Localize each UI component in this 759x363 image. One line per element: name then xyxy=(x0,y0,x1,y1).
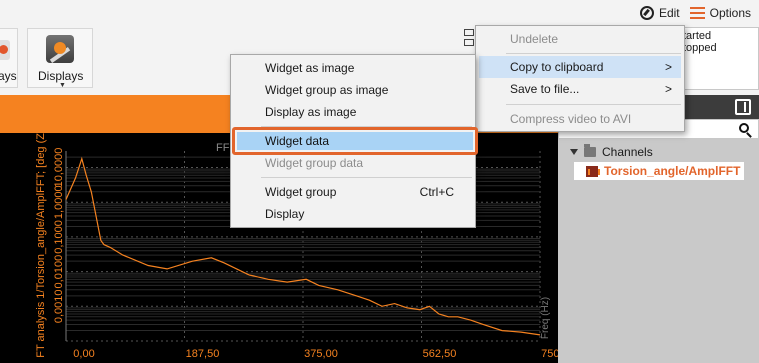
x-tick-label: 562,50 xyxy=(423,348,457,360)
y-tick-label: 0,0010 xyxy=(53,289,65,323)
submenu-arrow-icon: > xyxy=(664,82,672,96)
menu-item-label: Copy to clipboard xyxy=(510,60,604,74)
displays-partial-icon xyxy=(0,40,10,60)
menu-item-label: Widget group data xyxy=(265,156,364,170)
y-tick-label: 0,0100 xyxy=(53,255,65,289)
y-tick-label: 10,0000 xyxy=(53,148,65,188)
menu-item-widget-data[interactable]: Widget data xyxy=(232,127,478,155)
menu-item-widget-as-image[interactable]: Widget as image xyxy=(234,57,472,79)
menu-item-label: Display as image xyxy=(265,105,357,119)
chart-title: FF xyxy=(216,142,230,154)
menu-item-label: Undelete xyxy=(510,32,559,46)
edit-icon xyxy=(639,6,654,20)
options-label: Options xyxy=(709,6,751,20)
menu-item-undelete[interactable]: Undelete xyxy=(479,28,681,50)
shortcut-label: Ctrl+C xyxy=(419,185,454,199)
menu-item-label: Widget data xyxy=(237,132,473,150)
menu-item-widget-group-as-image[interactable]: Widget group as image xyxy=(234,79,472,101)
folder-icon xyxy=(584,144,596,157)
menu-icon xyxy=(689,7,705,19)
menu-item-widget-group[interactable]: Widget group Ctrl+C xyxy=(234,181,472,203)
displays-label: Displays xyxy=(38,69,84,83)
collapse-panel-icon[interactable] xyxy=(735,99,751,115)
menu-item-label: Save to file... xyxy=(510,82,580,96)
edit-button[interactable]: Edit xyxy=(639,6,680,20)
menu-item-label: Compress video to AVI xyxy=(510,112,632,126)
y-tick-label: 0,1000 xyxy=(53,220,65,254)
channel-tree: Channels Torsion_angle/AmplFFT xyxy=(558,139,759,363)
menu-item-label: Widget group as image xyxy=(265,83,389,97)
displays-partial-label: ays xyxy=(0,69,17,83)
chevron-down-icon[interactable]: ▼ xyxy=(59,82,66,89)
menu-separator xyxy=(506,53,681,54)
submenu-arrow-icon: > xyxy=(664,60,672,74)
tree-node-channels[interactable]: Channels xyxy=(570,143,653,161)
menu-item-copy-to-clipboard[interactable]: Copy to clipboard > xyxy=(479,56,681,78)
menu-separator xyxy=(261,177,472,178)
status-list[interactable]: tarted topped xyxy=(676,27,759,90)
menu-item-widget-group-data[interactable]: Widget group data xyxy=(234,152,472,174)
status-line: tarted xyxy=(683,30,712,42)
x-tick-label: 750,00 xyxy=(541,348,558,360)
menu-item-label: Widget group xyxy=(265,185,337,199)
y-axis-label: FT analysis 1/Torsion_angle/AmplFFT; [de… xyxy=(35,133,47,358)
status-line: topped xyxy=(683,42,717,54)
channels-label: Channels xyxy=(602,145,653,159)
menu-separator xyxy=(506,104,681,105)
x-tick-label: 0,00 xyxy=(73,348,94,360)
channel-label: Torsion_angle/AmplFFT xyxy=(604,164,741,178)
tree-item-channel[interactable]: Torsion_angle/AmplFFT xyxy=(574,162,744,180)
menu-item-compress-video[interactable]: Compress video to AVI xyxy=(479,108,681,130)
menu-item-save-to-file[interactable]: Save to file... > xyxy=(479,78,681,100)
x-axis-label: Freq (Hz) xyxy=(540,297,551,339)
options-button[interactable]: Options xyxy=(689,6,751,20)
y-tick-label: 1,0000 xyxy=(53,185,65,219)
context-menu-parent: Undelete Copy to clipboard > Save to fil… xyxy=(475,25,685,132)
menu-item-label: Widget as image xyxy=(265,61,355,75)
x-tick-label: 187,50 xyxy=(186,348,220,360)
search-icon[interactable] xyxy=(739,123,749,133)
menu-item-display[interactable]: Display xyxy=(234,203,472,225)
expand-triangle-icon[interactable] xyxy=(570,149,578,155)
fft-channel-icon xyxy=(586,165,600,177)
edit-label: Edit xyxy=(658,6,680,20)
x-tick-label: 375,00 xyxy=(304,348,338,360)
satellite-icon xyxy=(46,35,74,63)
menu-item-display-as-image[interactable]: Display as image xyxy=(234,101,472,123)
menu-item-label: Display xyxy=(265,207,305,221)
